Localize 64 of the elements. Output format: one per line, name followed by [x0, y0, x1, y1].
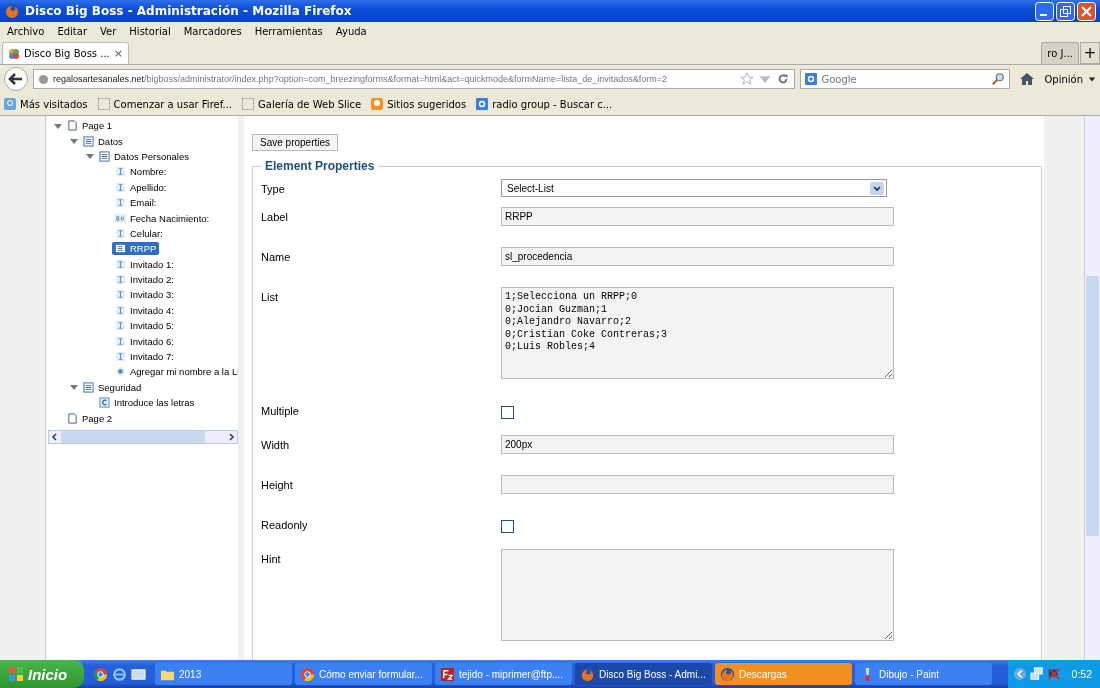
field-label: Label — [261, 210, 289, 223]
field-label: Readonly — [261, 518, 309, 531]
tree-item[interactable]: Celular: — [112, 226, 166, 240]
search-box[interactable]: Google — [800, 69, 1011, 89]
taskbar-button[interactable]: 2013 — [155, 663, 292, 685]
group-title: Element Properties — [264, 159, 376, 173]
clock: 0:52 — [1071, 668, 1092, 680]
menu-item[interactable]: Herramientas — [254, 25, 323, 37]
bookmark-item[interactable]: Comenzar a usar Firef... — [97, 98, 232, 110]
browser-tab[interactable]: Disco Big Boss ... × — [2, 42, 129, 64]
field-label: Width — [261, 438, 291, 451]
new-tab-button[interactable]: + — [1080, 42, 1100, 64]
field-label: Type — [261, 182, 286, 195]
tree-item[interactable]: Fecha Nacimiento: — [112, 211, 213, 225]
tab-label: ro J... — [1047, 48, 1073, 59]
bookmark-item[interactable]: radio group - Buscar c... — [476, 98, 613, 110]
field-label: Hint — [261, 552, 282, 565]
tree-item[interactable]: Introduce las letras — [96, 396, 198, 410]
save-properties-button[interactable]: Save properties — [252, 134, 339, 151]
tab-close-button[interactable]: × — [113, 47, 123, 60]
field-label: List — [261, 290, 280, 303]
tree-item[interactable]: Invitado 5: — [112, 319, 177, 333]
taskbar-button[interactable]: Cómo enviar formular... — [295, 663, 432, 685]
field-label: Height — [261, 478, 294, 491]
tree-item[interactable]: Apellido: — [112, 180, 170, 194]
text-field[interactable]: 200px — [501, 435, 894, 454]
menu-item[interactable]: Historial — [129, 25, 171, 37]
feedback-button[interactable]: Opinión — [1044, 73, 1096, 85]
tree-item[interactable]: Seguridad — [80, 380, 145, 394]
tree-item[interactable]: Datos — [80, 134, 126, 148]
menu-item[interactable]: Marcadores — [183, 25, 242, 37]
tree-item[interactable]: RRPP — [112, 242, 160, 256]
field-label: Name — [261, 250, 292, 263]
field-label: Multiple — [261, 404, 300, 417]
tree-item[interactable]: Page 2 — [64, 411, 116, 425]
tab-label: Disco Big Boss ... — [24, 48, 110, 59]
text-field[interactable]: sl_procedencia — [501, 247, 894, 266]
bookmark-item[interactable]: Galería de Web Slice — [242, 98, 362, 110]
taskbar-button[interactable]: tejido - miprimer@ftp.... — [435, 663, 572, 685]
tree-item[interactable]: Datos Personales — [96, 149, 192, 163]
window-title: Disco Big Boss - Administración - Mozilla Firefox — [25, 4, 353, 18]
bookmark-item[interactable]: Sitios sugeridos — [371, 98, 467, 110]
tree-item[interactable]: Page 1 — [64, 119, 116, 133]
tree-item[interactable]: Invitado 2: — [112, 273, 177, 287]
tree-item[interactable]: Invitado 4: — [112, 303, 177, 317]
bookmark-item[interactable]: Más visitados — [4, 98, 88, 110]
text-field[interactable]: RRPP — [501, 207, 894, 226]
tree-item[interactable]: Email: — [112, 196, 160, 210]
menu-item[interactable]: Ayuda — [335, 25, 367, 37]
tree-item[interactable]: Invitado 1: — [112, 257, 177, 271]
tree-item[interactable]: Invitado 6: — [112, 334, 177, 348]
menu-item[interactable]: Editar — [57, 25, 87, 37]
tree-item[interactable]: Agregar mi nombre a la Li — [112, 365, 238, 379]
menu-item[interactable]: Ver — [100, 25, 117, 37]
type-dropdown[interactable]: Select-List — [501, 179, 887, 197]
taskbar-button[interactable]: Disco Big Boss - Admi... — [575, 663, 712, 685]
text-area[interactable]: 1;Selecciona un RRPP;0 0;Jocian Guzman;1 0;Alejandro Navarro;2 0;Cristian Coke Contreras;3 0;Luis Robles;4 — [501, 287, 894, 379]
browser-tab[interactable]: ro J... — [1041, 42, 1079, 64]
taskbar-button[interactable]: Dibujo - Paint — [855, 663, 992, 685]
tree-item[interactable]: Invitado 3: — [112, 288, 177, 302]
tree-item[interactable]: Nombre: — [112, 165, 170, 179]
tree-item[interactable]: Invitado 7: — [112, 350, 177, 364]
address-bar[interactable]: regalosartesanales.net/bigboss/administrator/index.php?option=com_breezingforms&format=html&act=quickmode&formName=lista_de_invitados&form=2 — [33, 69, 796, 89]
menu-item[interactable]: Archivo — [7, 25, 45, 37]
